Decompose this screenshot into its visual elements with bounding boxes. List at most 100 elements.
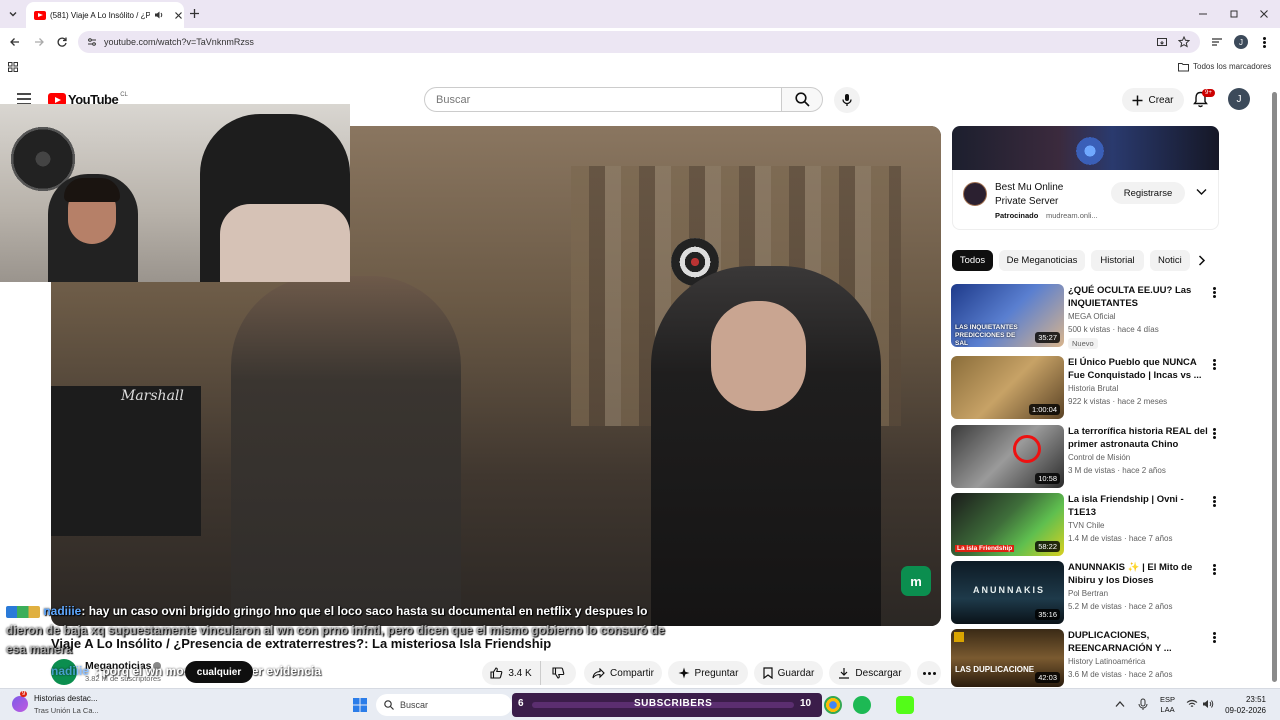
speaker-icon[interactable]	[154, 10, 164, 20]
recommendation-item[interactable]: 10:58 La terrorífica historia REAL del p…	[951, 425, 1221, 489]
site-info-icon[interactable]	[87, 37, 97, 47]
forward-icon[interactable]	[33, 36, 45, 48]
video-thumbnail[interactable]: 10:58	[951, 425, 1064, 488]
recommendation-channel[interactable]: MEGA Oficial	[1068, 312, 1116, 321]
download-label: Descargar	[855, 667, 902, 679]
reading-list-icon[interactable]	[1211, 36, 1223, 48]
recommendation-title[interactable]: El Único Pueblo que NUNCA Fue Conquistad…	[1068, 356, 1208, 382]
chip-history[interactable]: Historial	[1091, 250, 1144, 271]
more-vertical-icon[interactable]	[1209, 495, 1219, 509]
tab-list-icon[interactable]	[7, 8, 19, 20]
search-input[interactable]: Buscar	[424, 87, 782, 112]
cast-icon[interactable]	[1156, 36, 1168, 48]
recommendation-channel[interactable]: TVN Chile	[1068, 521, 1104, 530]
recommendation-item[interactable]: La isla Friendship 58:22 La isla Friends…	[951, 493, 1221, 557]
language-indicator[interactable]: ESP LAA	[1160, 695, 1175, 715]
profile-avatar[interactable]: J	[1234, 35, 1248, 49]
more-actions-button[interactable]	[917, 661, 941, 685]
recommendation-item[interactable]: 1:00:04 El Único Pueblo que NUNCA Fue Co…	[951, 356, 1221, 420]
search-button[interactable]	[781, 87, 823, 112]
ad-sponsored-label: Patrocinado	[995, 211, 1039, 220]
sparkle-icon	[678, 667, 690, 679]
video-thumbnail[interactable]: 1:00:04	[951, 356, 1064, 419]
chevron-right-icon[interactable]	[1198, 255, 1206, 266]
streamer-webcam-overlay	[0, 104, 350, 282]
scrollbar-thumb[interactable]	[1272, 92, 1277, 682]
taskbar-search[interactable]: Buscar	[376, 694, 512, 716]
recommendation-item[interactable]: LAS INQUIETANTES PREDICCIONES DE SAL 35:…	[951, 284, 1221, 349]
ad-register-button[interactable]: Registrarse	[1111, 182, 1185, 204]
more-vertical-icon[interactable]	[1209, 358, 1219, 372]
chip-all[interactable]: Todos	[952, 250, 993, 271]
news-title[interactable]: Historias destac...	[34, 694, 98, 703]
save-button[interactable]: Guardar	[754, 661, 823, 685]
ad-title[interactable]: Best Mu Online Private Server	[995, 181, 1095, 209]
close-window-icon[interactable]	[1259, 9, 1269, 19]
clock[interactable]: 23:51 09-02-2026	[1224, 694, 1266, 716]
recommendation-item[interactable]: LAS DUPLICACIONE 42:03 DUPLICACIONES, RE…	[951, 629, 1221, 693]
account-avatar[interactable]: J	[1228, 88, 1250, 110]
video-thumbnail[interactable]: ANUNNAKIS 35:16	[951, 561, 1064, 624]
windows-start-icon[interactable]	[353, 698, 367, 712]
url-bar[interactable]: youtube.com/watch?v=TaVnknmRzss	[78, 31, 1200, 53]
more-vertical-icon[interactable]	[1209, 286, 1219, 300]
ad-banner-figure	[1070, 132, 1110, 170]
chip-news[interactable]: Notici	[1150, 250, 1190, 271]
share-button[interactable]: Compartir	[584, 661, 662, 685]
apps-grid-icon[interactable]	[8, 62, 18, 72]
recommendation-meta: 1.4 M de vistas · hace 7 años	[1068, 534, 1173, 543]
video-thumbnail[interactable]: La isla Friendship 58:22	[951, 493, 1064, 556]
bookmark-star-icon[interactable]	[1178, 36, 1190, 48]
browser-menu-icon[interactable]	[1263, 36, 1266, 49]
wifi-icon[interactable]	[1186, 699, 1198, 709]
spotify-taskbar-icon[interactable]	[853, 696, 871, 714]
recommendation-meta: 5.2 M de vistas · hace 2 años	[1068, 602, 1173, 611]
recommendation-title[interactable]: DUPLICACIONES, REENCARNACIÓN Y ...	[1068, 629, 1208, 655]
maximize-window-icon[interactable]	[1229, 9, 1239, 19]
create-button[interactable]: Crear	[1122, 88, 1184, 112]
page-scrollbar[interactable]	[1270, 82, 1278, 688]
voice-search-button[interactable]	[834, 87, 860, 113]
video-thumbnail[interactable]: LAS DUPLICACIONE 42:03	[951, 629, 1064, 687]
news-widget-icon[interactable]	[12, 696, 28, 712]
ad-banner-image[interactable]	[952, 126, 1219, 170]
back-icon[interactable]	[9, 36, 21, 48]
subscribe-button[interactable]: cualquier	[185, 661, 253, 683]
all-bookmarks-link[interactable]: Todos los marcadores	[1193, 62, 1271, 71]
chevron-down-icon[interactable]	[1196, 188, 1207, 196]
recommendation-channel[interactable]: Pol Bertran	[1068, 589, 1108, 598]
recommendation-title[interactable]: ANUNNAKIS ✨ | El Mito de Nibiru y los Di…	[1068, 561, 1208, 587]
widget-label: SUBSCRIBERS	[634, 698, 713, 709]
chip-from-channel[interactable]: De Meganoticias	[999, 250, 1085, 271]
download-button[interactable]: Descargar	[829, 661, 911, 685]
video-thumbnail[interactable]: LAS INQUIETANTES PREDICCIONES DE SAL 35:…	[951, 284, 1064, 347]
browser-tab[interactable]: (581) Viaje A Lo Insólito / ¿P	[26, 2, 184, 28]
chrome-taskbar-icon[interactable]	[824, 696, 842, 714]
kick-taskbar-icon[interactable]	[896, 696, 914, 714]
recommendation-channel[interactable]: Control de Misión	[1068, 453, 1130, 462]
webcam-person-hair	[64, 178, 120, 202]
more-vertical-icon[interactable]	[1209, 427, 1219, 441]
microphone-tray-icon[interactable]	[1138, 698, 1148, 711]
language-code: ESP	[1160, 695, 1176, 704]
more-vertical-icon[interactable]	[1209, 631, 1219, 645]
dislike-button[interactable]	[540, 661, 576, 685]
advertiser-avatar[interactable]	[963, 182, 987, 206]
new-tab-icon[interactable]	[189, 8, 200, 19]
recommendation-item[interactable]: ANUNNAKIS 35:16 ANUNNAKIS ✨ | El Mito de…	[951, 561, 1221, 625]
ask-button[interactable]: Preguntar	[668, 661, 748, 685]
recommendation-channel[interactable]: History Latinoamérica	[1068, 657, 1145, 666]
man-left	[231, 276, 461, 626]
volume-icon[interactable]	[1202, 699, 1214, 709]
more-vertical-icon[interactable]	[1209, 563, 1219, 577]
ad-card[interactable]: Best Mu Online Private Server Patrocinad…	[952, 170, 1219, 230]
recommendation-channel[interactable]: Historia Brutal	[1068, 384, 1118, 393]
show-hidden-icons-icon[interactable]	[1115, 700, 1125, 708]
close-tab-icon[interactable]	[174, 11, 183, 20]
recommendation-title[interactable]: La isla Friendship | Ovni - T1E13	[1068, 493, 1208, 519]
like-button[interactable]: 3.4 K	[482, 661, 540, 685]
minimize-window-icon[interactable]	[1198, 9, 1208, 19]
recommendation-title[interactable]: La terrorífica historia REAL del primer …	[1068, 425, 1208, 451]
recommendation-title[interactable]: ¿QUÉ OCULTA EE.UU? Las INQUIETANTES PRED…	[1068, 284, 1208, 310]
reload-icon[interactable]	[56, 36, 68, 48]
